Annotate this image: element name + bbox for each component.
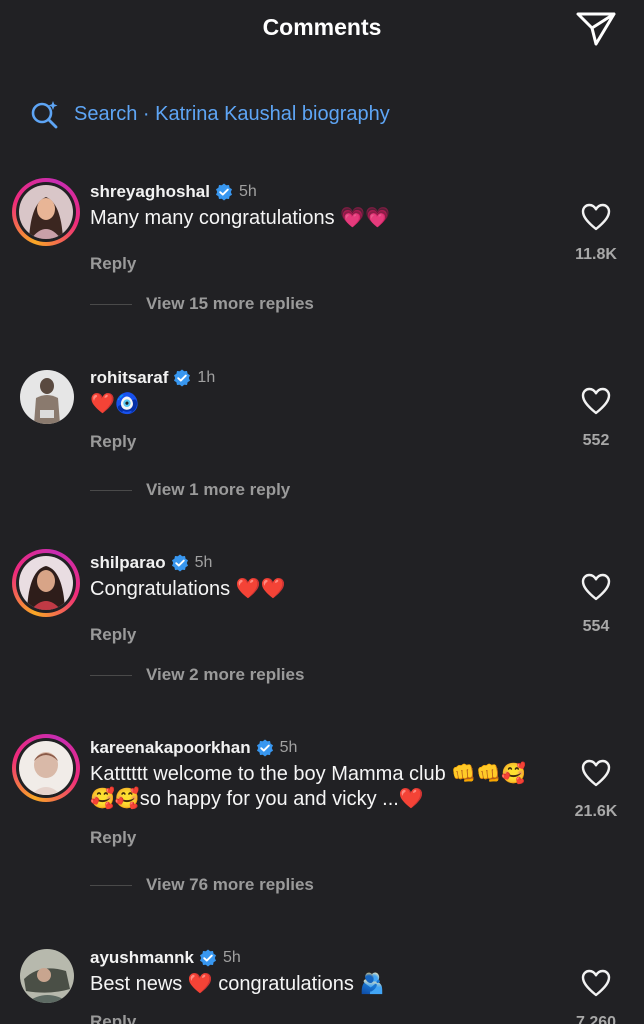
verified-badge-icon — [199, 949, 216, 967]
avatar[interactable] — [12, 178, 80, 246]
username[interactable]: kareenakapoorkhan — [90, 738, 251, 758]
heart-outline-icon[interactable] — [580, 758, 612, 788]
send-button[interactable] — [574, 6, 618, 48]
comment-time: 5h — [194, 554, 213, 571]
comment-text: Congratulations ❤️❤️ — [90, 578, 286, 600]
comment-time: 5h — [239, 183, 257, 200]
view-replies-button[interactable]: View 1 more reply — [90, 479, 290, 501]
avatar[interactable] — [12, 362, 80, 430]
view-replies-button[interactable]: View 15 more replies — [90, 293, 314, 315]
comment-text: Many many congratulations 💗💗 — [90, 207, 390, 229]
search-sparkle-icon — [31, 101, 58, 129]
comment-text: Katttttt welcome to the boy Mamma club 👊… — [90, 763, 526, 810]
username[interactable]: rohitsaraf — [90, 368, 168, 388]
page-title: Comments — [262, 14, 382, 40]
verified-badge-icon — [216, 183, 232, 201]
heart-outline-icon[interactable] — [580, 386, 612, 416]
search-suggestion[interactable]: Search · Katrina Kaushal biography — [28, 96, 618, 136]
view-replies-label: View 76 more replies — [146, 875, 314, 894]
like-count: 21.6K — [574, 803, 618, 820]
replies-divider — [90, 489, 132, 491]
search-suggestion-label: Search · Katrina Kaushal biography — [74, 103, 390, 125]
username[interactable]: shreyaghoshal — [90, 182, 210, 202]
comment-header: ayushmannk 5h — [90, 946, 241, 970]
reply-button[interactable]: Reply — [90, 432, 136, 452]
comment-time: 5h — [222, 949, 241, 966]
view-replies-label: View 15 more replies — [146, 294, 314, 313]
replies-divider — [90, 884, 132, 886]
comment-time: 5h — [279, 739, 298, 756]
comment-text: ❤️🧿 — [90, 393, 140, 415]
username[interactable]: shilparao — [90, 553, 166, 573]
like-count: 7,260 — [575, 1014, 617, 1024]
like-count: 11.8K — [575, 246, 617, 263]
replies-divider — [90, 674, 132, 676]
comment-header: rohitsaraf 1h — [90, 366, 215, 390]
like-count: 554 — [582, 618, 610, 635]
comment-text: Best news ❤️ congratulations 🫂 — [90, 973, 385, 995]
comment-header: kareenakapoorkhan 5h — [90, 736, 297, 760]
heart-outline-icon[interactable] — [580, 572, 612, 602]
heart-outline-icon[interactable] — [580, 968, 612, 998]
view-replies-label: View 2 more replies — [146, 665, 305, 684]
view-replies-button[interactable]: View 76 more replies — [90, 874, 314, 896]
avatar[interactable] — [12, 549, 80, 617]
verified-badge-icon — [174, 369, 191, 387]
verified-badge-icon — [256, 739, 273, 757]
verified-badge-icon — [171, 554, 188, 572]
comment-header: shreyaghoshal 5h — [90, 180, 257, 204]
avatar[interactable] — [12, 941, 80, 1009]
comment-header: shilparao 5h — [90, 551, 212, 575]
username[interactable]: ayushmannk — [90, 948, 194, 968]
reply-button[interactable]: Reply — [90, 254, 136, 274]
reply-button[interactable]: Reply — [90, 828, 136, 848]
view-replies-button[interactable]: View 2 more replies — [90, 664, 304, 686]
avatar[interactable] — [12, 734, 80, 802]
comments-header: Comments — [0, 0, 644, 56]
comment-time: 1h — [197, 369, 216, 386]
view-replies-label: View 1 more reply — [146, 480, 291, 499]
heart-outline-icon[interactable] — [580, 202, 612, 232]
reply-button[interactable]: Reply — [90, 1012, 136, 1024]
like-count: 552 — [582, 432, 610, 449]
reply-button[interactable]: Reply — [90, 625, 136, 645]
replies-divider — [90, 303, 132, 305]
paper-plane-icon — [576, 12, 616, 46]
